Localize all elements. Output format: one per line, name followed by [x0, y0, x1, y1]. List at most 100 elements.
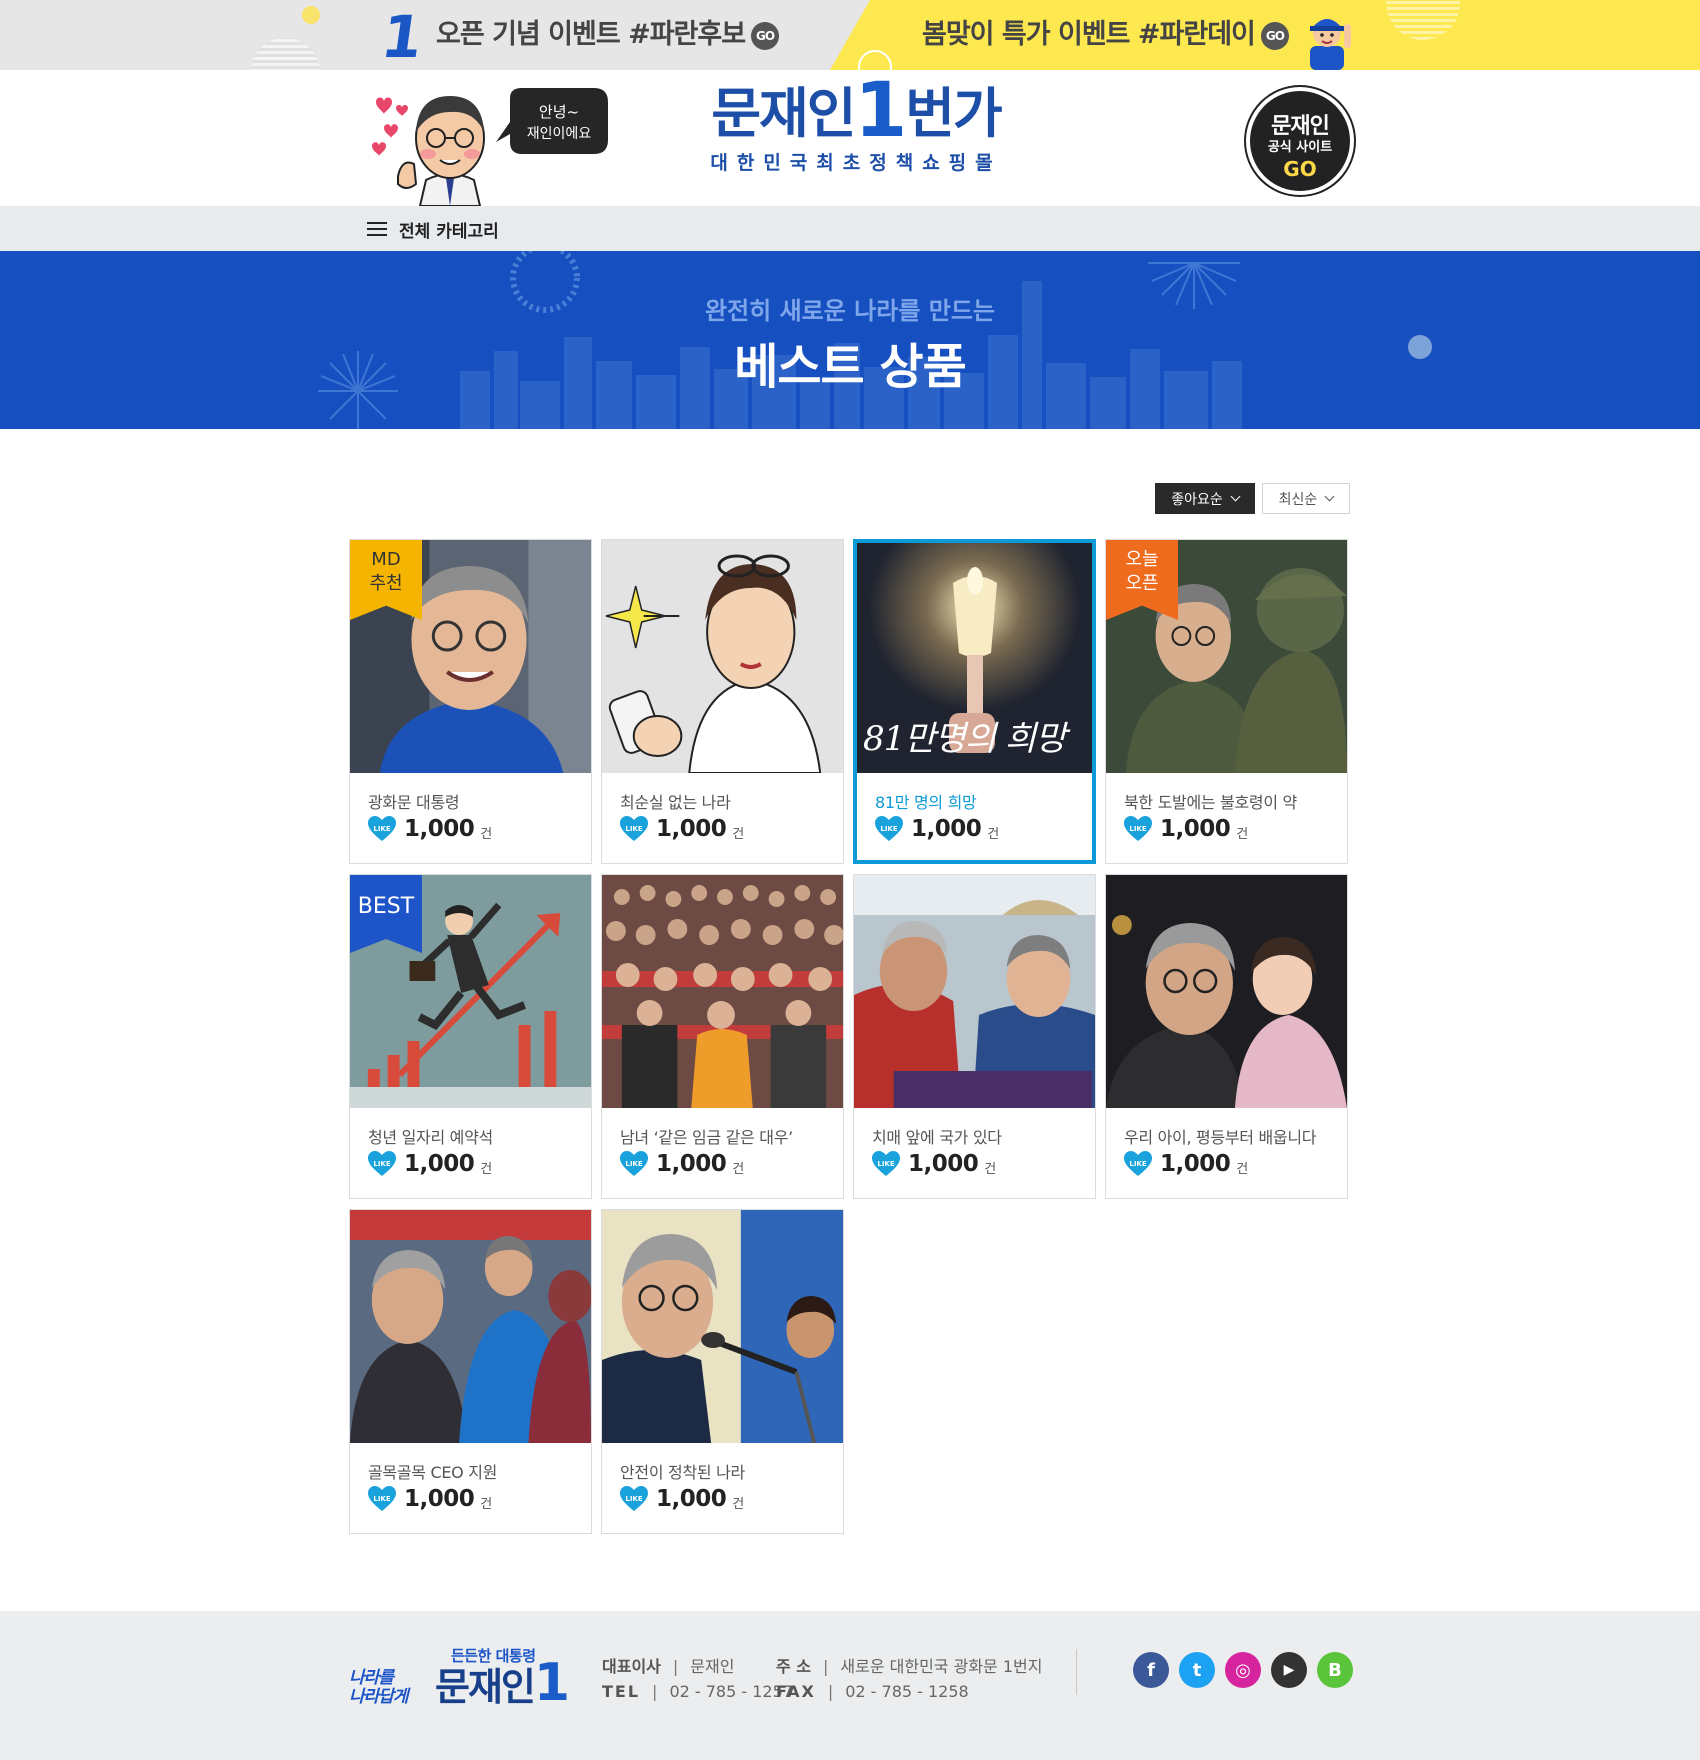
facebook-icon[interactable]: f — [1133, 1652, 1169, 1688]
mascot-illustration: 안녕~ 재인이에요 — [372, 88, 608, 206]
like-info: LIKE 1,000 건 — [368, 816, 492, 842]
product-card[interactable]: MD 추천 광화문 대통령 LIKE 1,000 건 — [349, 539, 592, 864]
like-unit: 건 — [1236, 1161, 1249, 1177]
decor-circle — [250, 38, 320, 70]
product-name: 청년 일자리 예약석 — [368, 1128, 493, 1147]
category-bar: 전체 카테고리 — [0, 206, 1700, 251]
ceo-value: 문재인 — [690, 1657, 735, 1676]
like-count: 1,000 — [404, 1486, 475, 1512]
hero-banner: 완전히 새로운 나라를 만드는 베스트 상품 — [0, 251, 1700, 429]
like-count: 1,000 — [656, 1486, 727, 1512]
product-name: 최순실 없는 나라 — [620, 793, 731, 812]
product-card[interactable]: 우리 아이, 평등부터 배웁니다 LIKE 1,000 건 — [1105, 874, 1348, 1199]
like-unit: 건 — [480, 826, 493, 842]
like-unit: 건 — [732, 826, 745, 842]
like-count: 1,000 — [1160, 816, 1231, 842]
fax-label: FAX — [776, 1682, 816, 1701]
social-links: f t ◎ ▶ B — [1133, 1652, 1353, 1688]
like-heart-icon[interactable]: LIKE — [368, 816, 396, 842]
site-logo[interactable]: 문재인1번가 대한민국최초정책쇼핑몰 — [706, 72, 1006, 190]
like-info: LIKE 1,000 건 — [1124, 1151, 1248, 1177]
event-link-spring[interactable]: 봄맞이 특가 이벤트 #파란데이 GO — [922, 18, 1289, 52]
official-site-go: GO — [1283, 157, 1317, 181]
product-name: 우리 아이, 평등부터 배웁니다 — [1124, 1128, 1317, 1147]
official-site-label: 공식 사이트 — [1267, 140, 1333, 155]
mascot-bubble-line1: 안녕~ — [539, 103, 579, 121]
like-heart-icon[interactable]: LIKE — [1124, 1151, 1152, 1177]
logo-title: 문재인1번가 — [706, 72, 1006, 148]
like-heart-icon[interactable]: LIKE — [620, 1486, 648, 1512]
like-count: 1,000 — [911, 816, 982, 842]
product-card[interactable]: 치매 앞에 국가 있다 LIKE 1,000 건 — [853, 874, 1096, 1199]
product-image — [602, 540, 843, 773]
address-value: 새로운 대한민국 광화문 1번지 — [840, 1657, 1043, 1676]
event-banner: 1 오픈 기념 이벤트 #파란후보 GO 봄맞이 특가 이벤트 #파란데이 GO — [0, 0, 1700, 70]
sort-by-newest-label: 최신순 — [1278, 491, 1318, 508]
svg-text:LIKE: LIKE — [373, 825, 390, 833]
svg-text:LIKE: LIKE — [373, 1160, 390, 1168]
like-count: 1,000 — [908, 1151, 979, 1177]
product-card[interactable]: 골목골목 CEO 지원 LIKE 1,000 건 — [349, 1209, 592, 1534]
product-card[interactable]: BEST 청년 일자리 예약석 LIKE 1,000 건 — [349, 874, 592, 1199]
product-card-selected[interactable]: 81만명의 희망 81만 명의 희망 LIKE 1,000 건 — [853, 539, 1096, 864]
blog-icon[interactable]: B — [1317, 1652, 1353, 1688]
address-label: 주 소 — [776, 1657, 812, 1676]
like-info: LIKE 1,000 건 — [872, 1151, 996, 1177]
like-heart-icon[interactable]: LIKE — [620, 816, 648, 842]
product-card[interactable]: 남녀 ‘같은 임금 같은 대우’ LIKE 1,000 건 — [601, 874, 844, 1199]
like-heart-icon[interactable]: LIKE — [368, 1151, 396, 1177]
product-name: 남녀 ‘같은 임금 같은 대우’ — [620, 1128, 793, 1147]
product-card[interactable]: 오늘 오픈 북한 도발에는 불호령이 약 LIKE 1,000 건 — [1105, 539, 1348, 864]
like-unit: 건 — [480, 1496, 493, 1512]
footer-logo-text: 문재인 — [435, 1665, 536, 1709]
product-name: 안전이 정착된 나라 — [620, 1463, 745, 1482]
svg-text:LIKE: LIKE — [625, 1495, 642, 1503]
sort-by-likes-button[interactable]: 좋아요순 — [1155, 483, 1255, 514]
badge-label: 오늘 오픈 — [1125, 549, 1159, 594]
logo-number: 1 — [854, 65, 907, 154]
product-card[interactable]: 안전이 정착된 나라 LIKE 1,000 건 — [601, 1209, 844, 1534]
chevron-down-icon — [1324, 491, 1335, 502]
footer-tel: TEL | 02 - 785 - 1257 — [602, 1682, 793, 1701]
product-card[interactable]: 최순실 없는 나라 LIKE 1,000 건 — [601, 539, 844, 864]
logo-subtitle: 대한민국최초정책쇼핑몰 — [710, 152, 1002, 174]
event-spring-label: 봄맞이 특가 이벤트 #파란데이 — [922, 19, 1256, 50]
product-image — [602, 1210, 843, 1443]
like-info: LIKE 1,000 건 — [1124, 816, 1248, 842]
like-count: 1,000 — [1160, 1151, 1231, 1177]
like-heart-icon[interactable]: LIKE — [872, 1151, 900, 1177]
like-heart-icon[interactable]: LIKE — [620, 1151, 648, 1177]
youtube-icon[interactable]: ▶ — [1271, 1652, 1307, 1688]
all-categories-button[interactable]: 전체 카테고리 — [367, 216, 499, 242]
hero-subtitle: 완전히 새로운 나라를 만드는 — [704, 297, 996, 325]
footer-logo: 나라를 나라답게 든든한 대통령 문재인1 — [349, 1645, 579, 1711]
official-site-name: 문재인 — [1271, 114, 1330, 139]
footer-logo-number: 1 — [533, 1653, 570, 1713]
like-heart-icon[interactable]: LIKE — [875, 816, 903, 842]
instagram-icon[interactable]: ◎ — [1225, 1652, 1261, 1688]
product-image: 81만명의 희망 — [857, 543, 1092, 773]
like-heart-icon[interactable]: LIKE — [1124, 816, 1152, 842]
product-image — [602, 875, 843, 1108]
svg-text:LIKE: LIKE — [880, 825, 897, 833]
badge-label: MD 추천 — [369, 549, 403, 594]
go-icon: GO — [1260, 21, 1289, 50]
fax-value: 02 - 785 - 1258 — [845, 1682, 969, 1701]
like-count: 1,000 — [656, 816, 727, 842]
twitter-icon[interactable]: t — [1179, 1652, 1215, 1688]
tel-label: TEL — [602, 1682, 641, 1701]
like-info: LIKE 1,000 건 — [875, 816, 999, 842]
event-link-open[interactable]: 오픈 기념 이벤트 #파란후보 GO — [436, 18, 780, 52]
sort-by-newest-button[interactable]: 최신순 — [1262, 483, 1350, 514]
svg-text:LIKE: LIKE — [625, 1160, 642, 1168]
product-name: 골목골목 CEO 지원 — [368, 1463, 498, 1482]
product-name: 치매 앞에 국가 있다 — [872, 1128, 1002, 1147]
event-open-label: 오픈 기념 이벤트 #파란후보 — [436, 19, 746, 50]
like-info: LIKE 1,000 건 — [368, 1486, 492, 1512]
official-site-button[interactable]: 문재인 공식 사이트 GO — [1246, 87, 1354, 195]
footer-ceo: 대표이사 | 문재인 — [602, 1653, 734, 1677]
chevron-down-icon — [1230, 491, 1241, 502]
like-info: LIKE 1,000 건 — [620, 1151, 744, 1177]
like-heart-icon[interactable]: LIKE — [368, 1486, 396, 1512]
svg-text:LIKE: LIKE — [1129, 825, 1146, 833]
